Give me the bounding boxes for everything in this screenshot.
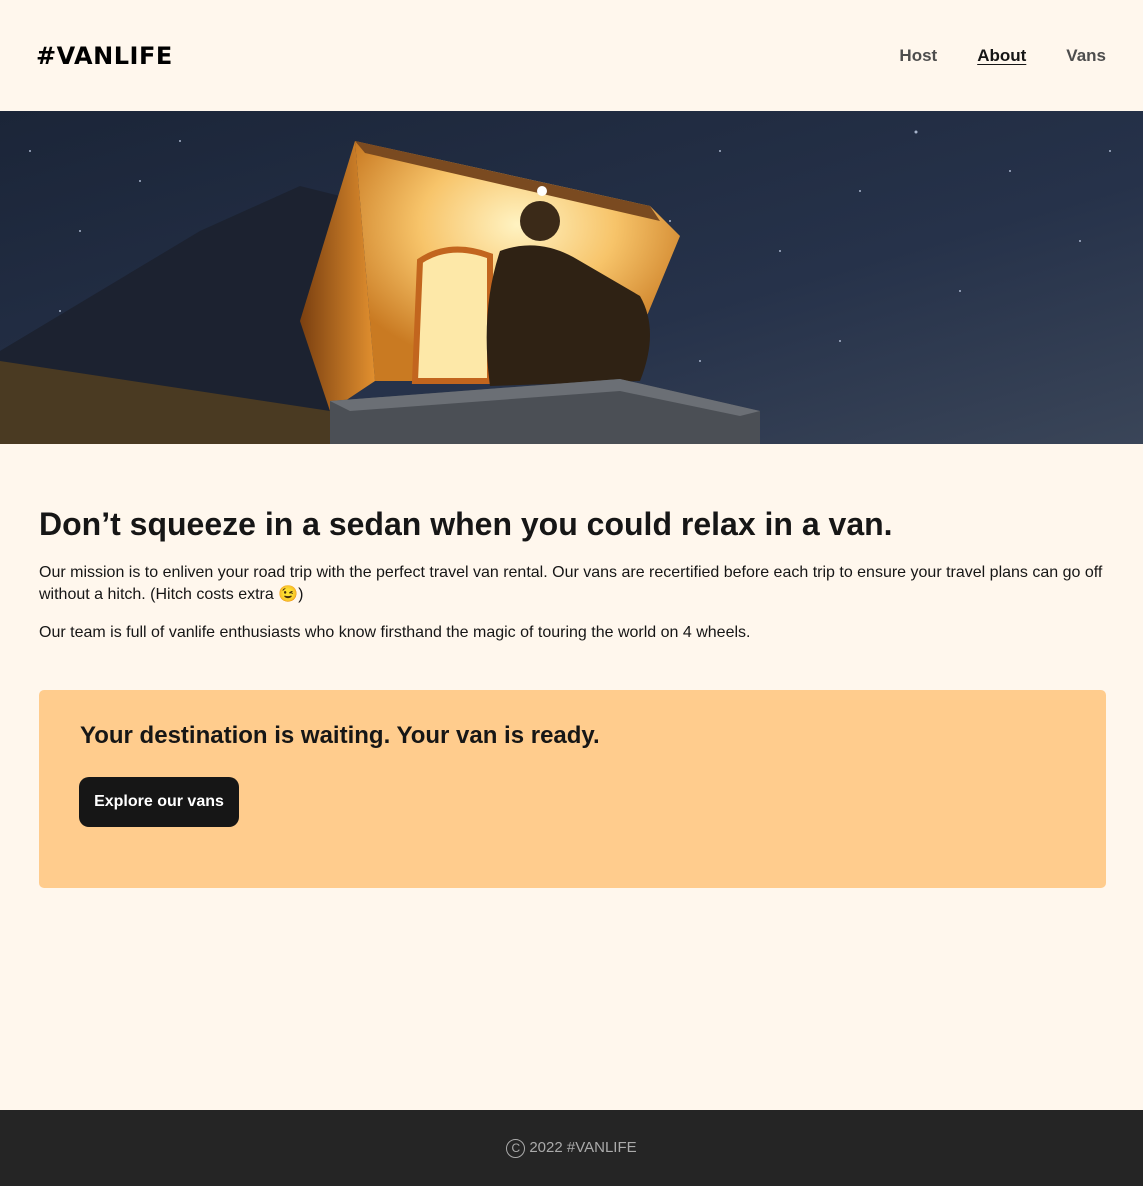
site-logo-link[interactable]: #VANLIFE [36, 40, 173, 72]
nav-link-about[interactable]: About [977, 44, 1026, 68]
hero-image [0, 111, 1143, 444]
main-nav: Host About Vans [899, 44, 1106, 68]
copyright-notice: C 2022 #VANLIFE [506, 1138, 637, 1158]
mission-paragraph: Our mission is to enliven your road trip… [39, 564, 1103, 603]
site-footer: C 2022 #VANLIFE [0, 1110, 1143, 1186]
cta-heading: Your destination is waiting. Your van is… [80, 722, 600, 749]
copyright-icon: C [506, 1138, 526, 1158]
cta-box: Your destination is waiting. Your van is… [39, 690, 1106, 888]
copyright-text: 2022 #VANLIFE [529, 1139, 637, 1156]
page-title: Don’t squeeze in a sedan when you could … [39, 506, 893, 542]
page: #VANLIFE Host About Vans Don’t squeeze i… [0, 0, 1143, 1186]
site-header: #VANLIFE Host About Vans [0, 0, 1143, 111]
nav-link-vans[interactable]: Vans [1066, 44, 1106, 68]
nav-link-host[interactable]: Host [899, 44, 937, 68]
explore-vans-button[interactable]: Explore our vans [79, 777, 239, 827]
team-paragraph: Our team is full of vanlife enthusiasts … [39, 624, 751, 641]
about-content: Don’t squeeze in a sedan when you could … [39, 504, 1106, 660]
